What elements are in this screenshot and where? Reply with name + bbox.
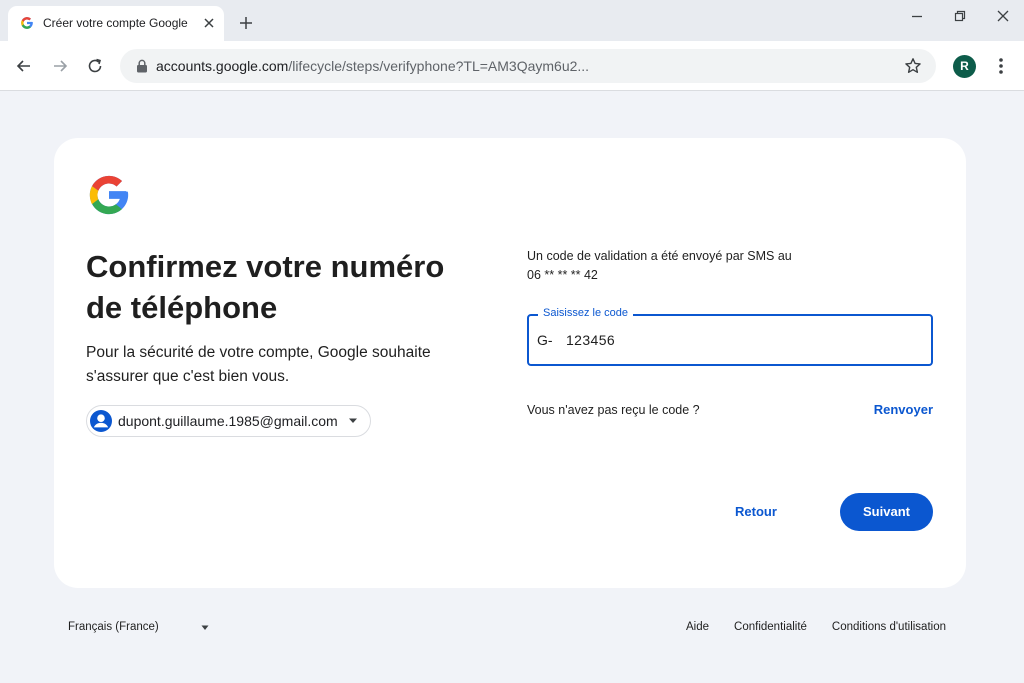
footer-link-privacy[interactable]: Confidentialité xyxy=(734,621,807,633)
chevron-down-icon xyxy=(349,418,357,423)
forward-arrow-icon[interactable] xyxy=(51,57,69,75)
footer-link-terms[interactable]: Conditions d'utilisation xyxy=(832,621,946,633)
close-tab-icon[interactable] xyxy=(202,16,216,30)
account-selector[interactable]: dupont.guillaume.1985@gmail.com xyxy=(86,405,371,437)
account-email: dupont.guillaume.1985@gmail.com xyxy=(118,413,338,429)
page-subtitle: Pour la sécurité de votre compte, Google… xyxy=(86,344,431,385)
minimize-icon[interactable] xyxy=(910,9,924,23)
chevron-down-icon xyxy=(201,625,209,630)
browser-tab[interactable]: Créer votre compte Google xyxy=(8,6,224,41)
more-menu-icon[interactable] xyxy=(994,56,1008,76)
code-prefix: G- xyxy=(537,332,553,348)
signup-card: Confirmez votre numéro de téléphone Pour… xyxy=(54,138,966,588)
back-button[interactable]: Retour xyxy=(720,493,792,531)
resend-question: Vous n'avez pas reçu le code ? xyxy=(527,403,700,417)
restore-window-icon[interactable] xyxy=(953,9,967,23)
account-avatar-icon xyxy=(90,410,112,432)
back-arrow-icon[interactable] xyxy=(15,57,33,75)
code-input[interactable]: 123456 xyxy=(566,332,615,348)
google-logo-icon xyxy=(89,175,129,215)
profile-avatar[interactable]: R xyxy=(953,55,976,78)
verification-code-field[interactable]: Saisissez le code G- 123456 xyxy=(527,307,933,366)
tab-title: Créer votre compte Google xyxy=(43,16,188,30)
resend-link[interactable]: Renvoyer xyxy=(874,402,933,417)
bookmark-star-icon[interactable] xyxy=(904,57,922,75)
verification-panel: Un code de validation a été envoyé par S… xyxy=(527,138,933,588)
language-selector[interactable]: Français (France) xyxy=(68,620,214,636)
close-window-icon[interactable] xyxy=(996,9,1010,23)
sms-info-line-1: Un code de validation a été envoyé par S… xyxy=(527,249,792,263)
lock-icon[interactable] xyxy=(136,59,148,73)
code-field-label: Saisissez le code xyxy=(538,307,633,319)
next-button[interactable]: Suivant xyxy=(840,493,933,531)
url-path: /lifecycle/steps/verifyphone?TL=AM3Qaym6… xyxy=(288,58,590,74)
address-bar[interactable]: accounts.google.com/lifecycle/steps/veri… xyxy=(120,49,936,83)
footer-links: Aide Confidentialité Conditions d'utilisat… xyxy=(661,621,946,633)
google-favicon-icon xyxy=(21,17,33,29)
browser-toolbar: accounts.google.com/lifecycle/steps/veri… xyxy=(0,41,1024,91)
url-host: accounts.google.com xyxy=(156,58,289,74)
new-tab-icon[interactable] xyxy=(238,15,254,31)
footer-link-help[interactable]: Aide xyxy=(686,621,709,633)
language-label: Français (France) xyxy=(68,621,159,633)
sms-info-line-2: 06 ** ** ** 42 xyxy=(527,268,598,282)
tab-strip: Créer votre compte Google xyxy=(0,0,1024,41)
page-title: Confirmez votre numéro de téléphone xyxy=(86,249,445,325)
reload-icon[interactable] xyxy=(86,57,104,75)
url-text: accounts.google.com/lifecycle/steps/veri… xyxy=(156,58,589,74)
